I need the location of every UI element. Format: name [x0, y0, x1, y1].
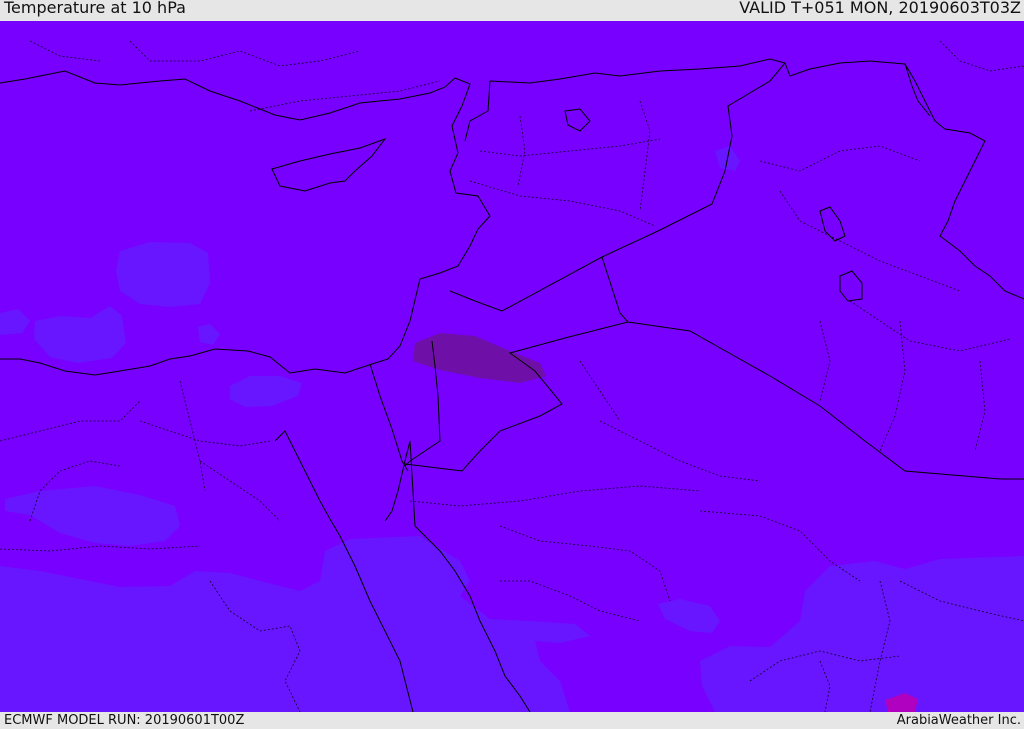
map-title: Temperature at 10 hPa	[4, 0, 186, 17]
credit-label: ArabiaWeather Inc.	[896, 713, 1021, 728]
weather-map	[0, 21, 1024, 712]
model-run-label: ECMWF MODEL RUN: 20190601T00Z	[4, 713, 245, 728]
footer-bar: ECMWF MODEL RUN: 20190601T00Z ArabiaWeat…	[0, 712, 1024, 729]
header-bar: Temperature at 10 hPa VALID T+051 MON, 2…	[0, 0, 1024, 21]
cool-patch-mediterranean	[116, 242, 210, 307]
valid-time-label: VALID T+051 MON, 20190603T03Z	[739, 0, 1021, 17]
map-canvas	[0, 21, 1024, 712]
